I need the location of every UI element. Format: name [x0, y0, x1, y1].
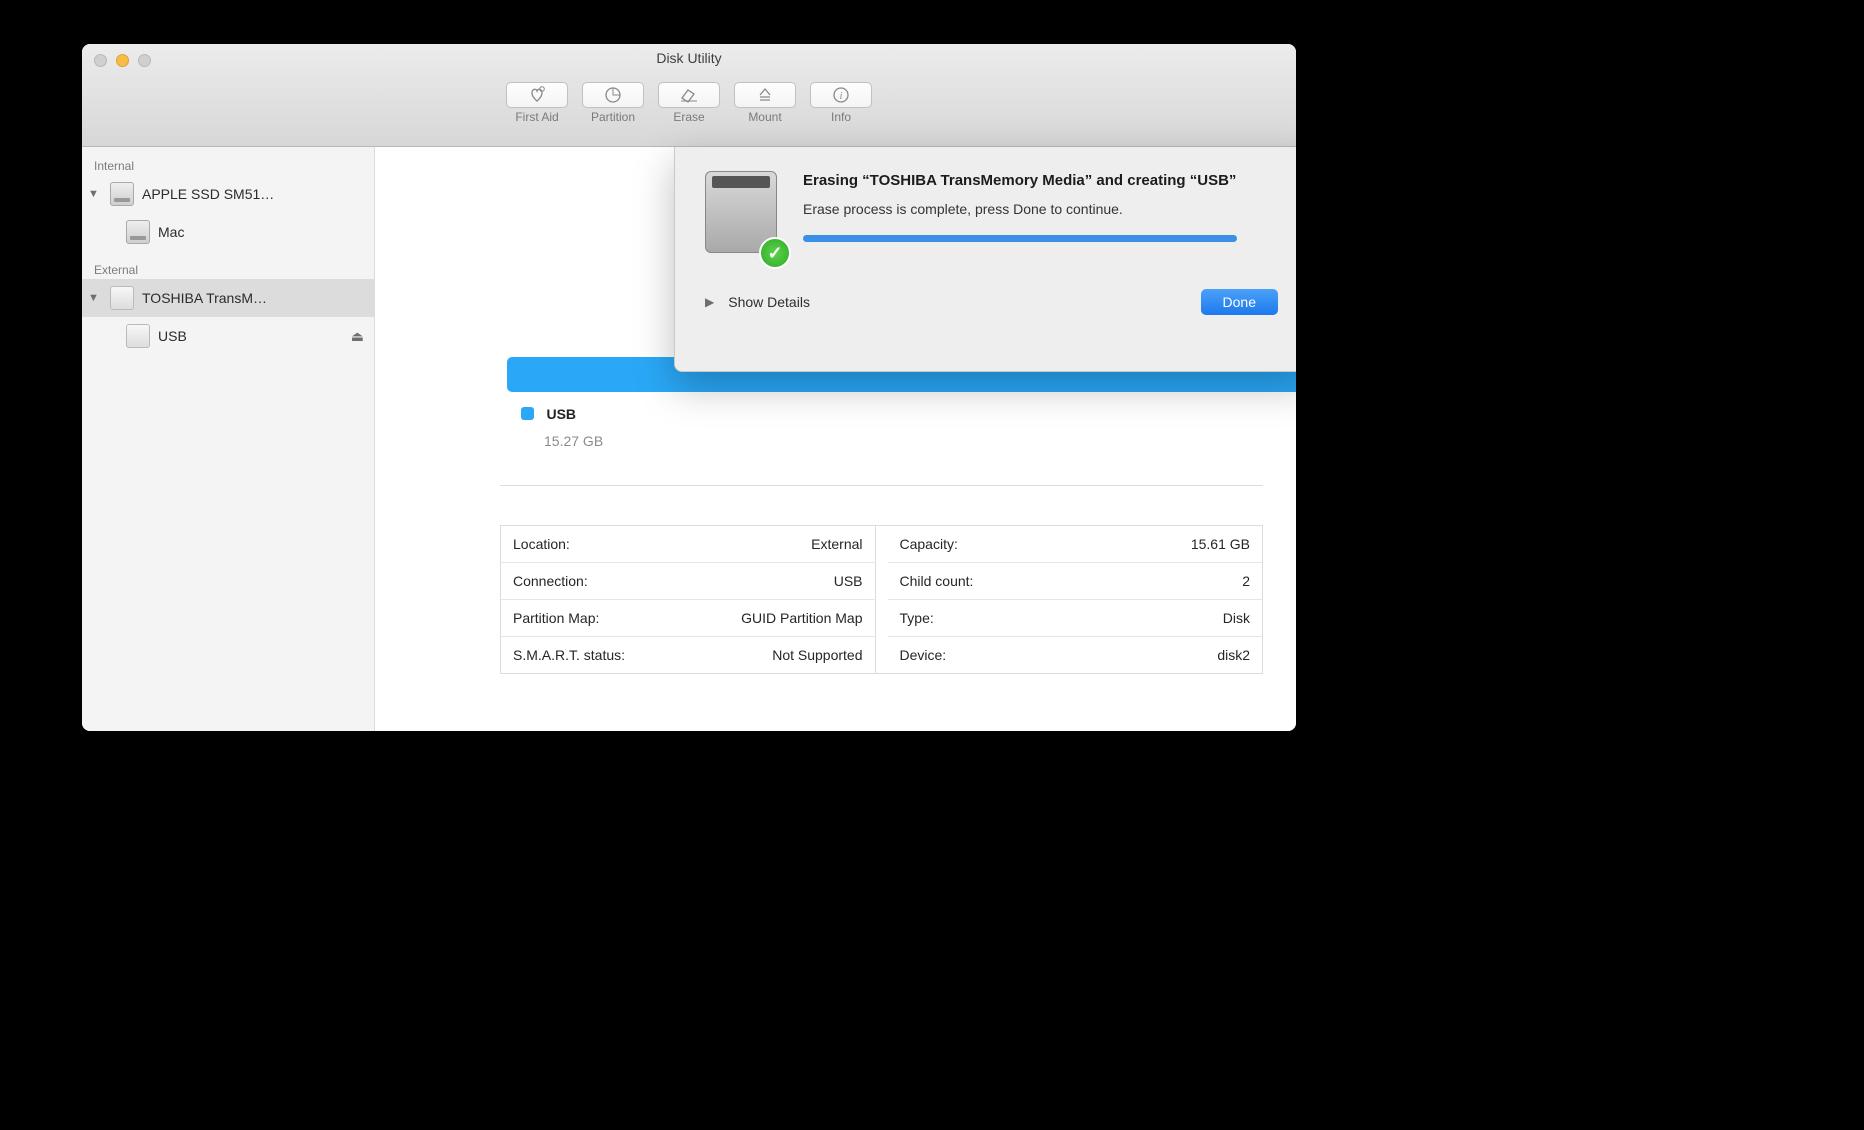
prop-value: Disk	[1223, 610, 1250, 626]
toolbar-label: Info	[831, 110, 851, 124]
sheet-text: Erasing “TOSHIBA TransMemory Media” and …	[803, 171, 1278, 261]
prop-key: Location:	[513, 536, 570, 552]
external-disk-icon	[124, 324, 152, 348]
sidebar-header-internal: Internal	[82, 153, 374, 175]
main-content: ✓ Erasing “TOSHIBA TransMemory Media” an…	[375, 147, 1296, 731]
sidebar-item-label: APPLE SSD SM51…	[142, 186, 274, 202]
prop-key: Connection:	[513, 573, 588, 589]
progress-bar	[803, 235, 1237, 242]
mount-icon	[734, 82, 796, 108]
first-aid-icon	[506, 82, 568, 108]
toolbar-label: Erase	[673, 110, 704, 124]
prop-value: External	[811, 536, 862, 552]
toolbar-label: Partition	[591, 110, 635, 124]
chevron-down-icon[interactable]: ▼	[88, 292, 102, 304]
toolbar-erase[interactable]: Erase	[658, 82, 720, 124]
sheet-footer: ▶ Show Details Done	[705, 289, 1278, 315]
sidebar-item-label: Mac	[158, 224, 184, 240]
show-details-toggle[interactable]: ▶ Show Details	[705, 294, 810, 310]
sidebar-item-internal-disk[interactable]: ▼ APPLE SSD SM51…	[82, 175, 374, 213]
prop-key: Child count:	[900, 573, 974, 589]
erase-icon	[658, 82, 720, 108]
toolbar-first-aid[interactable]: First Aid	[506, 82, 568, 124]
sidebar-item-internal-volume[interactable]: Mac	[82, 213, 374, 251]
volume-legend: USB 15.27 GB	[521, 405, 603, 449]
sheet-icon: ✓	[705, 171, 783, 261]
prop-partition-map: Partition Map: GUID Partition Map	[501, 600, 876, 637]
svg-text:i: i	[840, 91, 843, 102]
window-title: Disk Utility	[82, 50, 1296, 66]
prop-key: Type:	[900, 610, 934, 626]
prop-capacity: Capacity: 15.61 GB	[888, 526, 1263, 563]
volume-name: USB	[546, 406, 576, 422]
prop-location: Location: External	[501, 526, 876, 563]
info-icon: i	[810, 82, 872, 108]
prop-key: S.M.A.R.T. status:	[513, 647, 625, 663]
divider	[500, 485, 1263, 486]
toolbar-mount[interactable]: Mount	[734, 82, 796, 124]
prop-key: Capacity:	[900, 536, 958, 552]
toolbar-partition[interactable]: Partition	[582, 82, 644, 124]
properties-table: Location: External Capacity: 15.61 GB Conn…	[500, 525, 1263, 674]
prop-key: Device:	[900, 647, 947, 663]
prop-value: USB	[834, 573, 863, 589]
prop-child-count: Child count: 2	[888, 563, 1263, 600]
prop-value: 2	[1242, 573, 1250, 589]
done-button[interactable]: Done	[1201, 289, 1278, 315]
sheet-title: Erasing “TOSHIBA TransMemory Media” and …	[803, 171, 1278, 191]
disk-utility-window: Disk Utility First Aid Partition Erase	[82, 44, 1296, 731]
sidebar-item-label: USB	[158, 328, 187, 344]
prop-type: Type: Disk	[888, 600, 1263, 637]
erase-sheet: ✓ Erasing “TOSHIBA TransMemory Media” an…	[674, 147, 1296, 372]
prop-key: Partition Map:	[513, 610, 599, 626]
prop-value: GUID Partition Map	[741, 610, 862, 626]
volume-size: 15.27 GB	[544, 433, 603, 449]
sidebar: Internal ▼ APPLE SSD SM51… Mac External …	[82, 147, 375, 731]
chevron-down-icon[interactable]: ▼	[88, 188, 102, 200]
toolbar-label: Mount	[748, 110, 781, 124]
color-swatch	[521, 407, 534, 420]
partition-icon	[582, 82, 644, 108]
prop-value: Not Supported	[772, 647, 862, 663]
sidebar-item-label: TOSHIBA TransM…	[142, 290, 267, 306]
window-body: Internal ▼ APPLE SSD SM51… Mac External …	[82, 147, 1296, 731]
toolbar: First Aid Partition Erase Mount	[82, 82, 1296, 124]
toolbar-label: First Aid	[515, 110, 558, 124]
sheet-subtitle: Erase process is complete, press Done to…	[803, 201, 1278, 217]
prop-value: disk2	[1217, 647, 1250, 663]
eject-icon[interactable]: ⏏	[351, 328, 364, 345]
prop-smart: S.M.A.R.T. status: Not Supported	[501, 637, 876, 673]
chevron-right-icon: ▶	[705, 295, 714, 309]
hard-disk-icon	[124, 220, 152, 244]
prop-connection: Connection: USB	[501, 563, 876, 600]
sidebar-header-external: External	[82, 257, 374, 279]
hard-disk-icon	[108, 182, 136, 206]
toolbar-info[interactable]: i Info	[810, 82, 872, 124]
prop-value: 15.61 GB	[1191, 536, 1250, 552]
sheet-head: ✓ Erasing “TOSHIBA TransMemory Media” an…	[705, 171, 1278, 261]
titlebar: Disk Utility First Aid Partition Erase	[82, 44, 1296, 147]
prop-device: Device: disk2	[888, 637, 1263, 673]
external-disk-icon	[108, 286, 136, 310]
show-details-label: Show Details	[728, 294, 810, 310]
sidebar-item-external-disk[interactable]: ▼ TOSHIBA TransM…	[82, 279, 374, 317]
checkmark-badge-icon: ✓	[759, 237, 791, 269]
sidebar-item-external-volume[interactable]: USB ⏏	[82, 317, 374, 355]
